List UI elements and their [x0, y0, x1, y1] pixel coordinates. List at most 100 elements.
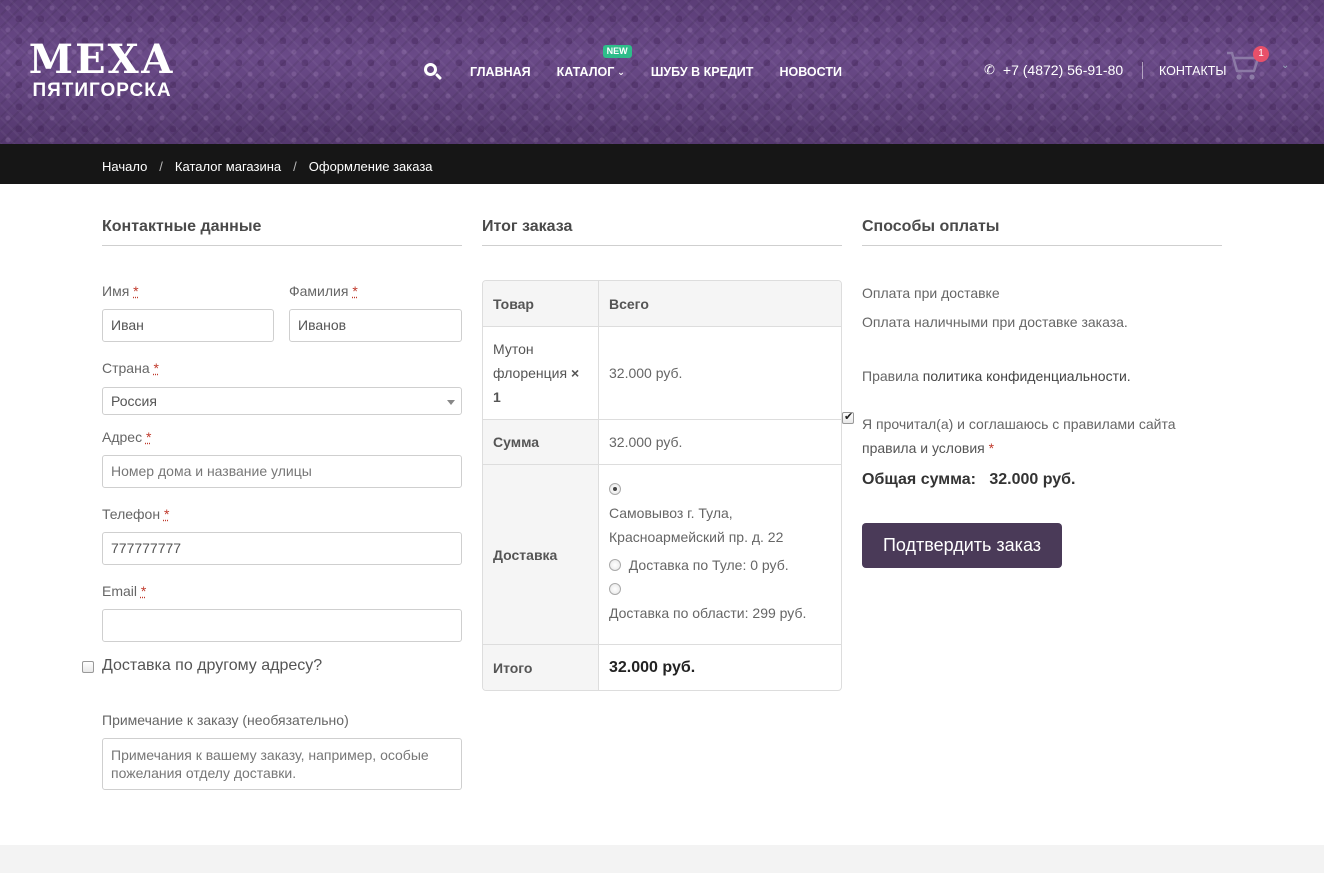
shipping-label: Доставка	[483, 465, 599, 644]
ship-other-address-checkbox[interactable]	[82, 661, 94, 673]
shipping-option-city-label: Доставка по Туле: 0 руб.	[628, 557, 789, 573]
breadcrumb-separator: /	[159, 159, 163, 174]
phone-icon: ✆	[984, 62, 995, 77]
contact-section-header: Контактные данные	[102, 218, 462, 246]
payment-method-desc: Оплата наличными при доставке заказа.	[862, 314, 1128, 330]
confirm-order-button[interactable]: Подтвердить заказ	[862, 523, 1062, 568]
grand-total: Общая сумма: 32.000 руб.	[862, 471, 1076, 489]
address-field[interactable]: Номер дома и название улицы	[102, 455, 462, 488]
order-note-label: Примечание к заказу (необязательно)	[102, 712, 349, 728]
shipping-row: Доставка Самовывоз г. Тула, Красноармейс…	[483, 465, 841, 645]
main-nav: ГЛАВНАЯ КАТАЛОГ ⌄ NEW ШУБУ В КРЕДИТ НОВОС…	[420, 45, 868, 82]
terms-text: Я прочитал(а) и соглашаюсь с правилами с…	[862, 412, 1176, 460]
logo-top-text: МЕХА	[28, 36, 176, 83]
table-header-row: Товар Всего	[483, 281, 841, 327]
order-note-textarea[interactable]: Примечания к вашему заказу, например, ос…	[102, 738, 462, 790]
required-mark: *	[145, 429, 152, 445]
breadcrumb-separator: /	[293, 159, 297, 174]
country-select[interactable]: Россия	[102, 387, 462, 415]
required-mark: *	[140, 583, 147, 599]
order-title: Итог заказа	[482, 218, 842, 246]
logo-bottom-text: ПЯТИГОРСКА	[32, 80, 172, 101]
last-name-label-text: Фамилия	[289, 283, 349, 299]
nav-credit[interactable]: ШУБУ В КРЕДИТ	[651, 65, 754, 79]
phone-field[interactable]: 777777777	[102, 532, 462, 565]
terms-link[interactable]: правила и условия	[862, 440, 985, 456]
search-icon[interactable]	[424, 63, 443, 81]
subtotal-value: 32.000 руб.	[609, 434, 683, 450]
table-row: Мутон флоренция × 1 32.000 руб.	[483, 327, 841, 420]
phone-link[interactable]: ✆ +7 (4872) 56-91-80	[984, 62, 1123, 78]
shipping-option-region	[609, 577, 831, 601]
shipping-option-pickup-line2: Красноармейский пр. д. 22	[609, 529, 784, 545]
grand-total-value: 32.000 руб.	[989, 471, 1076, 488]
breadcrumb-catalog[interactable]: Каталог магазина	[175, 159, 281, 174]
address-label: Адрес *	[102, 429, 151, 445]
dropdown-arrow-icon	[447, 400, 455, 405]
total-row: Итого 32.000 руб.	[483, 645, 841, 690]
site-header: МЕХА ПЯТИГОРСКА ГЛАВНАЯ КАТАЛОГ ⌄ NEW ШУБ…	[0, 0, 1324, 144]
email-label-text: Email	[102, 583, 138, 599]
contact-title: Контактные данные	[102, 218, 462, 246]
breadcrumb-bar: Начало / Каталог магазина / Оформление з…	[0, 144, 1324, 184]
new-badge: NEW	[602, 45, 632, 58]
shipping-option-pickup	[609, 477, 831, 501]
qty-times: ×	[570, 365, 580, 381]
last-name-field[interactable]: Иванов	[289, 309, 462, 342]
breadcrumb-home[interactable]: Начало	[102, 159, 147, 174]
first-name-label: Имя *	[102, 283, 139, 299]
nav-catalog-label: КАТАЛОГ	[556, 65, 615, 79]
cart-count-badge: 1	[1253, 46, 1269, 62]
product-price: 32.000 руб.	[609, 365, 683, 381]
required-mark: *	[153, 360, 159, 376]
chevron-down-icon: ⌄	[617, 67, 625, 77]
radio-pickup[interactable]	[609, 483, 621, 495]
subtotal-label: Сумма	[483, 420, 599, 464]
required-mark: *	[988, 440, 995, 456]
breadcrumb: Начало / Каталог магазина / Оформление з…	[102, 159, 433, 174]
terms-checkbox[interactable]	[842, 410, 854, 424]
breadcrumb-current: Оформление заказа	[308, 159, 433, 174]
shipping-options: Самовывоз г. Тула, Красноармейский пр. д…	[599, 465, 841, 644]
phone-number: +7 (4872) 56-91-80	[1002, 62, 1124, 78]
total-label: Итого	[483, 645, 599, 690]
nav-home[interactable]: ГЛАВНАЯ	[470, 65, 531, 79]
chevron-down-icon[interactable]: ⌄	[1281, 60, 1289, 71]
product-cell: Мутон флоренция × 1	[483, 327, 599, 419]
footer-strip	[0, 845, 1324, 873]
product-name-line1[interactable]: Мутон	[493, 341, 534, 357]
privacy-policy-link[interactable]: политика конфиденциальности.	[923, 368, 1131, 384]
country-label: Страна *	[102, 360, 159, 376]
logo[interactable]: МЕХА ПЯТИГОРСКА	[27, 40, 177, 102]
nav-catalog[interactable]: КАТАЛОГ ⌄ NEW	[556, 45, 632, 79]
last-name-label: Фамилия *	[289, 283, 358, 299]
first-name-label-text: Имя	[102, 283, 130, 299]
product-qty: 1	[493, 389, 501, 405]
email-field[interactable]	[102, 609, 462, 642]
order-table: Товар Всего Мутон флоренция × 1 32.000 р…	[482, 280, 842, 691]
first-name-field[interactable]: Иван	[102, 309, 274, 342]
phone-label: Телефон *	[102, 506, 169, 522]
required-mark: *	[163, 506, 170, 522]
total-value: 32.000 руб.	[609, 658, 696, 676]
nav-news[interactable]: НОВОСТИ	[779, 65, 842, 79]
col-total-header: Всего	[599, 281, 841, 326]
nav-contacts[interactable]: КОНТАКТЫ	[1159, 64, 1226, 78]
ship-other-address-label[interactable]: Доставка по другому адресу?	[102, 657, 322, 675]
col-product-header: Товар	[483, 281, 599, 326]
radio-region[interactable]	[609, 583, 621, 595]
radio-city[interactable]	[609, 559, 621, 571]
country-label-text: Страна	[102, 360, 150, 376]
phone-label-text: Телефон	[102, 506, 161, 522]
shipping-option-pickup-line1: Самовывоз г. Тула,	[609, 505, 733, 521]
product-name-line2[interactable]: флоренция	[493, 365, 567, 381]
required-mark: *	[133, 283, 139, 299]
order-section-header: Итог заказа	[482, 218, 842, 246]
grand-total-label: Общая сумма:	[862, 471, 976, 488]
header-divider	[1142, 62, 1143, 79]
terms-line: Я прочитал(а) и соглашаюсь с правилами с…	[862, 416, 1176, 432]
payment-method-name: Оплата при доставке	[862, 285, 1000, 301]
privacy-text: Правила политика конфиденциальности.	[862, 368, 1131, 384]
country-select-value: Россия	[111, 393, 157, 409]
shipping-option-region-label: Доставка по области: 299 руб.	[609, 605, 807, 621]
